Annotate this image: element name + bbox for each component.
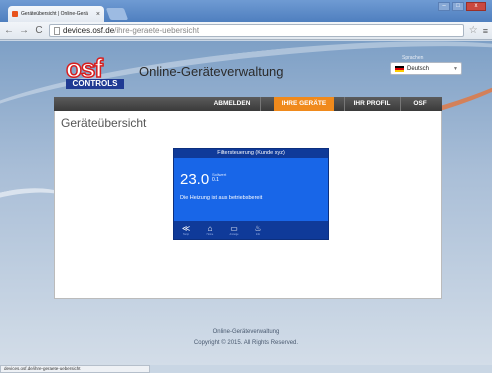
device-footer-bar: ≪ Temp ⌂ Home ▭ Anzeige ♨ Info <box>174 221 328 239</box>
footer-copyright: Copyright © 2015. All Rights Reserved. <box>193 340 299 346</box>
logo-subtitle: CONTROLS <box>66 79 124 89</box>
browser-status-bar: devices.osf.de/ihre-geraete-uebersicht <box>0 365 150 373</box>
tab-title: Geräteübersicht | Online-Gerä <box>21 11 88 17</box>
language-select[interactable]: Deutsch ▼ <box>390 62 462 75</box>
window-close-icon[interactable]: x <box>466 2 486 11</box>
home-icon[interactable]: ⌂ Home <box>204 224 216 236</box>
device-name: Filtersteuerung (Kunde xyz) <box>174 149 328 158</box>
page-icon <box>54 26 60 35</box>
browser-toolbar: ← → C devices.osf.de/ihre-geraete-uebers… <box>0 22 492 40</box>
minimize-icon[interactable]: – <box>438 2 450 11</box>
page-viewport: osf CONTROLS Online-Geräteverwaltung Spr… <box>0 41 492 365</box>
osf-logo[interactable]: osf CONTROLS <box>65 53 124 89</box>
browser-tab[interactable]: Geräteübersicht | Online-Gerä × <box>8 6 104 22</box>
page-title: Geräteübersicht <box>61 116 147 130</box>
browser-tab-bar: Geräteübersicht | Online-Gerä × – □ x <box>0 0 492 22</box>
url-path: /ihre-geraete-uebersicht <box>114 26 200 35</box>
chevron-down-icon: ▼ <box>453 65 458 72</box>
monitor-icon[interactable]: ▭ Anzeige <box>228 224 240 236</box>
address-bar[interactable]: devices.osf.de/ihre-geraete-uebersicht <box>49 24 464 37</box>
browser-menu-icon[interactable]: ≡ <box>483 26 488 36</box>
device-temperature: 23.0 <box>180 171 210 188</box>
nav-divider <box>400 97 401 111</box>
maximize-icon[interactable]: □ <box>452 2 464 11</box>
content-panel: Geräteübersicht Filtersteuerung (Kunde x… <box>54 111 442 299</box>
thermometer-icon[interactable]: ♨ Info <box>252 224 264 236</box>
language-value: Deutsch <box>407 65 430 72</box>
main-nav: ABMELDEN IHRE GERÄTE IHR PROFIL OSF <box>54 97 442 111</box>
nav-osf[interactable]: OSF <box>404 97 436 111</box>
nav-divider <box>344 97 345 111</box>
forward-icon[interactable]: → <box>19 25 29 36</box>
nav-abmelden[interactable]: ABMELDEN <box>204 97 260 111</box>
nav-ihre-geraete[interactable]: IHRE GERÄTE <box>274 97 334 111</box>
bookmark-star-icon[interactable]: ☆ <box>469 25 478 36</box>
device-card[interactable]: Filtersteuerung (Kunde xyz) 23.0 Sollwer… <box>173 148 329 240</box>
german-flag-icon <box>395 65 404 72</box>
nav-ihr-profil[interactable]: IHR PROFIL <box>346 97 398 111</box>
footer-site-name: Online-Geräteverwaltung <box>212 329 280 335</box>
new-tab-button[interactable] <box>105 8 129 20</box>
temperature-icon[interactable]: ≪ Temp <box>180 224 192 236</box>
url-host: devices.osf.de <box>63 26 115 35</box>
reload-icon[interactable]: C <box>34 25 44 36</box>
nav-divider <box>260 97 261 111</box>
device-status: Die Heizung ist aus betriebsbereit <box>180 195 263 201</box>
tab-close-icon[interactable]: × <box>96 11 100 18</box>
favicon-icon <box>12 11 18 17</box>
window-controls: – □ x <box>438 2 486 11</box>
setpoint-value: 0.1 <box>212 177 219 183</box>
back-icon[interactable]: ← <box>4 25 14 36</box>
site-title: Online-Geräteverwaltung <box>139 64 284 79</box>
logo-letters: osf <box>65 53 104 83</box>
language-label: Sprachen <box>402 55 424 61</box>
